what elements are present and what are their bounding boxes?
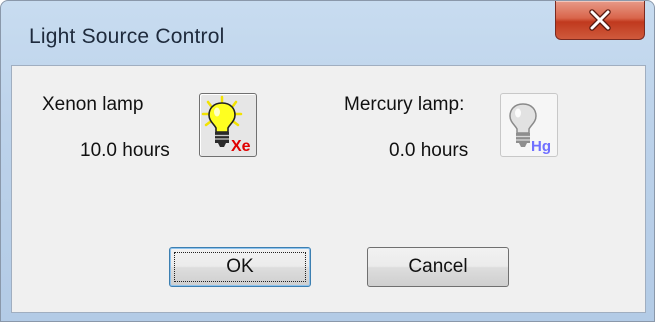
xenon-lamp-label: Xenon lamp — [42, 94, 144, 115]
ok-button[interactable]: OK — [169, 247, 311, 287]
mercury-lamp-label: Mercury lamp: — [344, 94, 465, 115]
xenon-lamp-hours: 10.0 hours — [80, 140, 170, 161]
cancel-button-label: Cancel — [408, 256, 468, 277]
cancel-button[interactable]: Cancel — [367, 247, 509, 287]
window-title: Light Source Control — [29, 25, 225, 48]
xenon-badge: Xe — [231, 138, 251, 155]
dialog-body: Xenon lamp 10.0 hours Xe Mercury lamp: 0… — [11, 65, 646, 313]
title-bar[interactable]: Light Source Control — [1, 1, 654, 63]
xenon-lamp-toggle[interactable]: Xe — [199, 93, 257, 157]
close-x-icon — [589, 9, 611, 31]
mercury-lamp-hours: 0.0 hours — [389, 140, 469, 161]
light-source-control-window: Light Source Control Xenon lamp 10.0 hou… — [0, 0, 655, 322]
mercury-badge: Hg — [531, 138, 551, 155]
lit-bulb-icon: Xe — [201, 95, 251, 155]
close-button[interactable] — [555, 1, 645, 40]
ok-button-label: OK — [226, 256, 254, 277]
unlit-bulb-icon: Hg — [509, 103, 551, 155]
mercury-lamp-toggle[interactable]: Hg — [500, 93, 558, 157]
